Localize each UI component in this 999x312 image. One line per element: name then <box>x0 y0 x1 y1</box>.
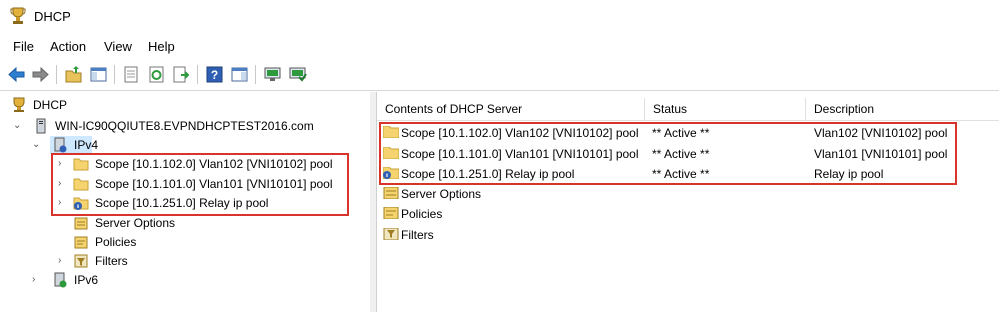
list-item-policies[interactable]: Policies <box>377 204 999 224</box>
tree-node-policies[interactable]: Policies <box>73 233 233 251</box>
filters-icon <box>383 228 399 240</box>
cell-item-name: Server Options <box>401 187 482 201</box>
authorize-server-icon[interactable] <box>288 65 307 84</box>
tree-label-server: WIN-IC90QQIUTE8.EVPNDHCPTEST2016.com <box>55 119 314 133</box>
server-options-icon <box>74 217 88 230</box>
tree-node-ipv6[interactable]: › IPv6 <box>32 271 152 289</box>
cell-item-name: Policies <box>401 207 443 221</box>
tree-label-ipv6: IPv6 <box>74 273 99 287</box>
highlight-box-tree-scopes <box>51 153 349 216</box>
filters-icon <box>74 254 88 268</box>
tree-label-ipv4: IPv4 <box>74 138 99 152</box>
policies-icon <box>383 207 399 219</box>
tree-node-ipv4[interactable]: ⌄ IPv4 <box>32 136 98 154</box>
server-tower-icon <box>36 118 46 134</box>
dhcp-trophy-icon <box>10 7 26 24</box>
cell-item-name: Filters <box>401 228 434 242</box>
window-title: DHCP <box>34 9 71 24</box>
chevron-down-icon[interactable]: ⌄ <box>32 136 42 154</box>
refresh-icon[interactable] <box>147 65 166 84</box>
dhcp-trophy-icon <box>13 97 25 112</box>
ipv6-computer-icon <box>54 272 67 288</box>
tree-label-filters: Filters <box>95 254 128 268</box>
help-icon[interactable]: ? <box>205 65 224 84</box>
ipv4-computer-icon <box>54 137 67 153</box>
title-bar: DHCP <box>0 0 999 34</box>
details-list: Contents of DHCP Server Status Descripti… <box>377 92 999 312</box>
server-options-icon <box>383 187 399 199</box>
menu-file[interactable]: File <box>13 39 34 54</box>
policies-icon <box>74 236 88 249</box>
svg-text:?: ? <box>211 68 218 82</box>
menu-action[interactable]: Action <box>50 39 86 54</box>
list-item-filters[interactable]: Filters <box>377 225 999 245</box>
forward-arrow-icon[interactable] <box>31 65 50 84</box>
tree-node-server-options[interactable]: Server Options <box>73 214 233 232</box>
list-item-server-options[interactable]: Server Options <box>377 184 999 204</box>
toolbar: ? <box>0 60 999 91</box>
menu-help[interactable]: Help <box>148 39 175 54</box>
properties-icon[interactable] <box>122 65 141 84</box>
tree-node-server[interactable]: ⌄ WIN-IC90QQIUTE8.EVPNDHCPTEST2016.com <box>13 117 363 135</box>
back-arrow-icon[interactable] <box>7 65 26 84</box>
column-header-description[interactable]: Description <box>806 98 999 120</box>
tree-node-dhcp-root[interactable]: DHCP <box>11 96 211 114</box>
console-tree: DHCP ⌄ WIN-IC90QQIUTE8.EVPNDHCPTEST2016.… <box>0 92 371 312</box>
show-hide-console-tree-icon[interactable] <box>89 65 108 84</box>
tree-label-server-options: Server Options <box>95 216 176 230</box>
tree-node-filters[interactable]: › Filters <box>58 252 218 270</box>
list-header: Contents of DHCP Server Status Descripti… <box>377 98 999 121</box>
up-folder-icon[interactable] <box>64 65 83 84</box>
menu-view[interactable]: View <box>104 39 132 54</box>
chevron-down-icon[interactable]: ⌄ <box>13 117 23 135</box>
chevron-right-icon[interactable]: › <box>58 252 68 270</box>
column-header-status[interactable]: Status <box>645 98 806 120</box>
server-icon[interactable] <box>263 65 282 84</box>
export-list-icon[interactable] <box>172 65 191 84</box>
highlight-box-list-scopes <box>379 122 957 185</box>
menu-bar: File Action View Help <box>0 36 999 58</box>
show-hide-action-pane-icon[interactable] <box>230 65 249 84</box>
chevron-right-icon[interactable]: › <box>32 271 42 289</box>
main-content: DHCP ⌄ WIN-IC90QQIUTE8.EVPNDHCPTEST2016.… <box>0 92 999 312</box>
column-header-contents[interactable]: Contents of DHCP Server <box>377 98 645 120</box>
tree-label-policies: Policies <box>95 235 137 249</box>
pane-splitter[interactable] <box>370 92 377 312</box>
tree-label-dhcp: DHCP <box>33 98 68 112</box>
